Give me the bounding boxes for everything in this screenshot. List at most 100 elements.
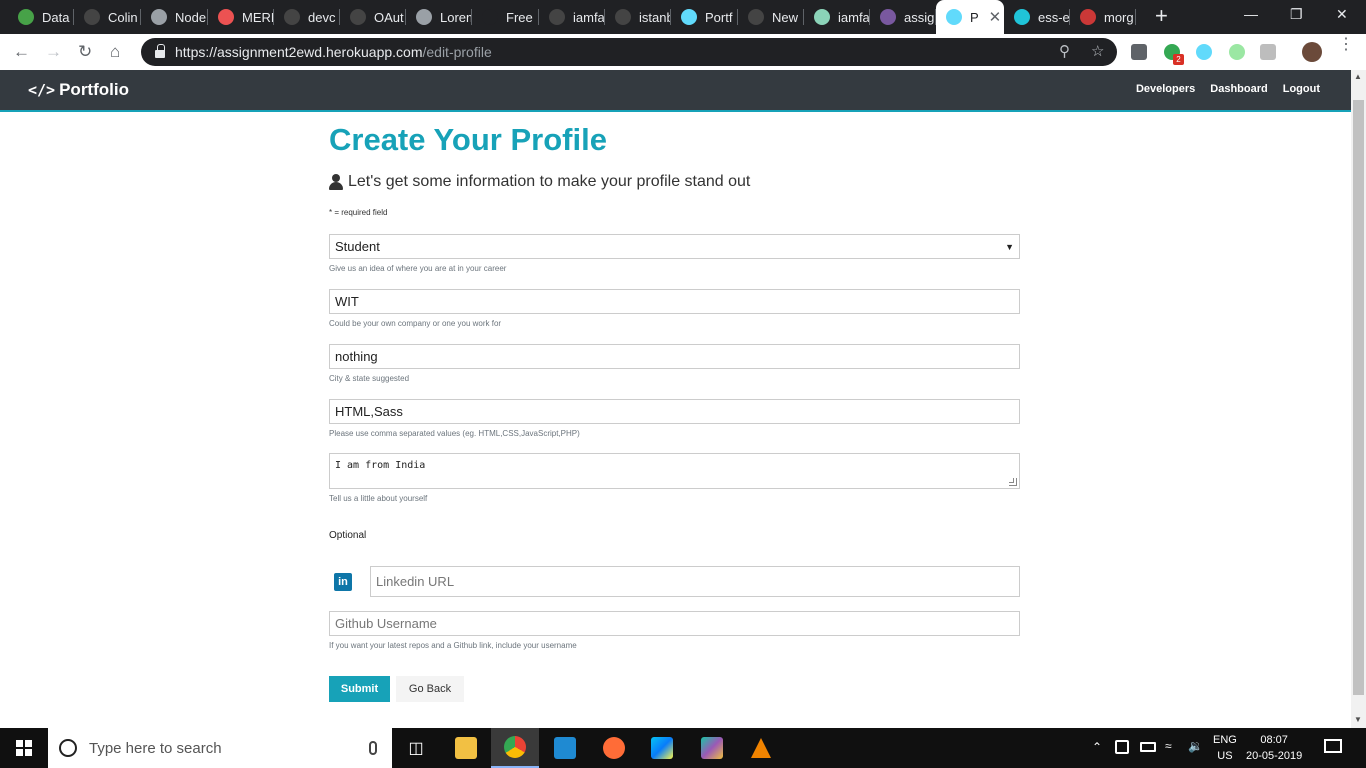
file-explorer-icon[interactable] [442,728,490,768]
status-help: Give us an idea of where you are at in y… [329,264,507,273]
browser-tab[interactable]: Colin [74,0,141,34]
address-bar[interactable]: https://assignment2ewd.herokuapp.com/edi… [141,38,1117,66]
network-tray-icon[interactable] [1115,740,1129,754]
reload-icon[interactable]: ↻ [78,42,92,62]
scrollbar-thumb[interactable] [1353,100,1364,695]
language-indicator[interactable]: ENG US [1213,732,1237,764]
volume-icon[interactable]: 🔉 [1188,739,1203,753]
status-select[interactable]: Student ▼ [329,234,1020,259]
nav-link-logout[interactable]: Logout [1283,83,1320,95]
forward-arrow-icon[interactable]: → [45,42,62,62]
skills-input-value: HTML,Sass [335,404,403,419]
notifications-icon[interactable] [1324,739,1342,753]
zoom-icon[interactable]: ⚲ [1059,42,1070,60]
linkedin-placeholder: Linkedin URL [376,574,455,589]
battery-icon[interactable] [1140,742,1156,752]
linkedin-icon: in [334,573,352,591]
browser-tab[interactable]: Data [8,0,74,34]
windows-start-icon[interactable] [16,740,32,756]
nav-link-dashboard[interactable]: Dashboard [1210,83,1267,95]
resize-handle-icon[interactable] [1009,478,1017,486]
clock-time: 08:07 [1260,734,1288,746]
browser-tab[interactable]: assig [870,0,936,34]
wifi-icon[interactable]: ≈ [1165,739,1172,753]
taskbar-search-box[interactable]: Type here to search [48,728,392,768]
system-clock[interactable]: 08:07 20-05-2019 [1246,732,1302,764]
scroll-up-icon[interactable]: ▲ [1354,72,1362,81]
brand-link[interactable]: </> Portfolio [28,80,129,100]
browser-tab[interactable]: ess-e [1004,0,1070,34]
home-icon[interactable]: ⌂ [110,42,120,62]
avatar[interactable] [1302,42,1322,62]
browser-tab-title: Portf [705,9,733,25]
taskbar-search-placeholder: Type here to search [89,739,222,757]
language-top: ENG [1213,734,1237,746]
mongodb-leaf-icon [18,9,34,25]
browser-tab[interactable]: OAut [340,0,406,34]
restore-button[interactable]: ❐ [1290,6,1303,23]
task-view-icon[interactable]: ◫ [392,728,440,768]
react-icon [946,9,962,25]
browser-toolbar: ← → ↻ ⌂ https://assignment2ewd.herokuapp… [0,34,1366,70]
browser-tab[interactable]: morg [1070,0,1136,34]
cortana-icon [59,739,77,757]
github-icon [284,9,300,25]
browser-tab[interactable]: Portf [671,0,738,34]
new-tab-button[interactable]: + [1155,5,1168,27]
app-navbar: </> Portfolio Developers Dashboard Logout [0,70,1351,112]
nav-link-developers[interactable]: Developers [1136,83,1195,95]
github-placeholder: Github Username [335,616,437,631]
browser-tab-title: OAut [374,9,404,25]
menu-kebab-icon[interactable]: ⋮ [1338,37,1354,53]
extension-icon[interactable] [1131,44,1147,60]
page-scrollbar[interactable]: ▲ ▼ [1351,70,1366,728]
linkedin-input[interactable]: Linkedin URL [370,566,1020,597]
status-select-value: Student [335,239,380,254]
postman-icon[interactable] [590,728,638,768]
gitkraken-icon[interactable] [688,728,736,768]
browser-tab-title: devc [308,9,336,25]
browser-tab-title: Colin [108,9,138,25]
vscode-icon[interactable] [541,728,589,768]
browser-tab-title: iamfa [573,9,605,25]
close-window-button[interactable]: ✕ [1336,6,1348,23]
extension-icon[interactable] [1229,44,1245,60]
chrome-icon[interactable] [491,728,539,768]
skills-input[interactable]: HTML,Sass [329,399,1020,424]
github-input[interactable]: Github Username [329,611,1020,636]
language-bottom: US [1217,750,1233,762]
vlc-icon[interactable] [737,728,785,768]
udemy-icon [218,9,234,25]
bio-textarea[interactable]: I am from India [329,453,1020,489]
browser-tab[interactable]: devc [274,0,340,34]
company-help: Could be your own company or one you wor… [329,319,502,328]
browser-tab[interactable]: Lorem [406,0,472,34]
back-arrow-icon[interactable]: ← [13,42,30,62]
company-input[interactable]: WIT [329,289,1020,314]
submit-button[interactable]: Submit [329,676,390,702]
browser-tab[interactable]: Node [141,0,208,34]
globe-icon [151,9,167,25]
tray-chevron-up-icon[interactable]: ⌃ [1092,740,1102,754]
microphone-icon[interactable] [369,741,377,755]
react-devtools-icon[interactable] [1196,44,1212,60]
extension-icon[interactable] [1260,44,1276,60]
scroll-down-icon[interactable]: ▼ [1354,715,1362,724]
bookmark-star-icon[interactable]: ☆ [1091,42,1104,60]
close-tab-icon[interactable]: ✕ [989,8,1002,26]
browser-tab[interactable]: MERN [208,0,274,34]
location-input[interactable]: nothing [329,344,1020,369]
browser-tab[interactable]: Free [472,0,539,34]
browser-tab[interactable]: iamfa [539,0,605,34]
location-input-value: nothing [335,349,378,364]
browser-tab[interactable]: istanb [605,0,671,34]
browser-tab-title: P [970,9,979,25]
browser-tab[interactable]: P ✕ [936,0,1004,34]
go-back-button[interactable]: Go Back [396,676,464,702]
gitbook-icon [814,9,830,25]
browser-tab[interactable]: iamfa [804,0,870,34]
user-icon [329,174,343,190]
minimize-button[interactable]: — [1244,6,1258,22]
browser-tab[interactable]: New [738,0,804,34]
webstorm-icon[interactable] [638,728,686,768]
